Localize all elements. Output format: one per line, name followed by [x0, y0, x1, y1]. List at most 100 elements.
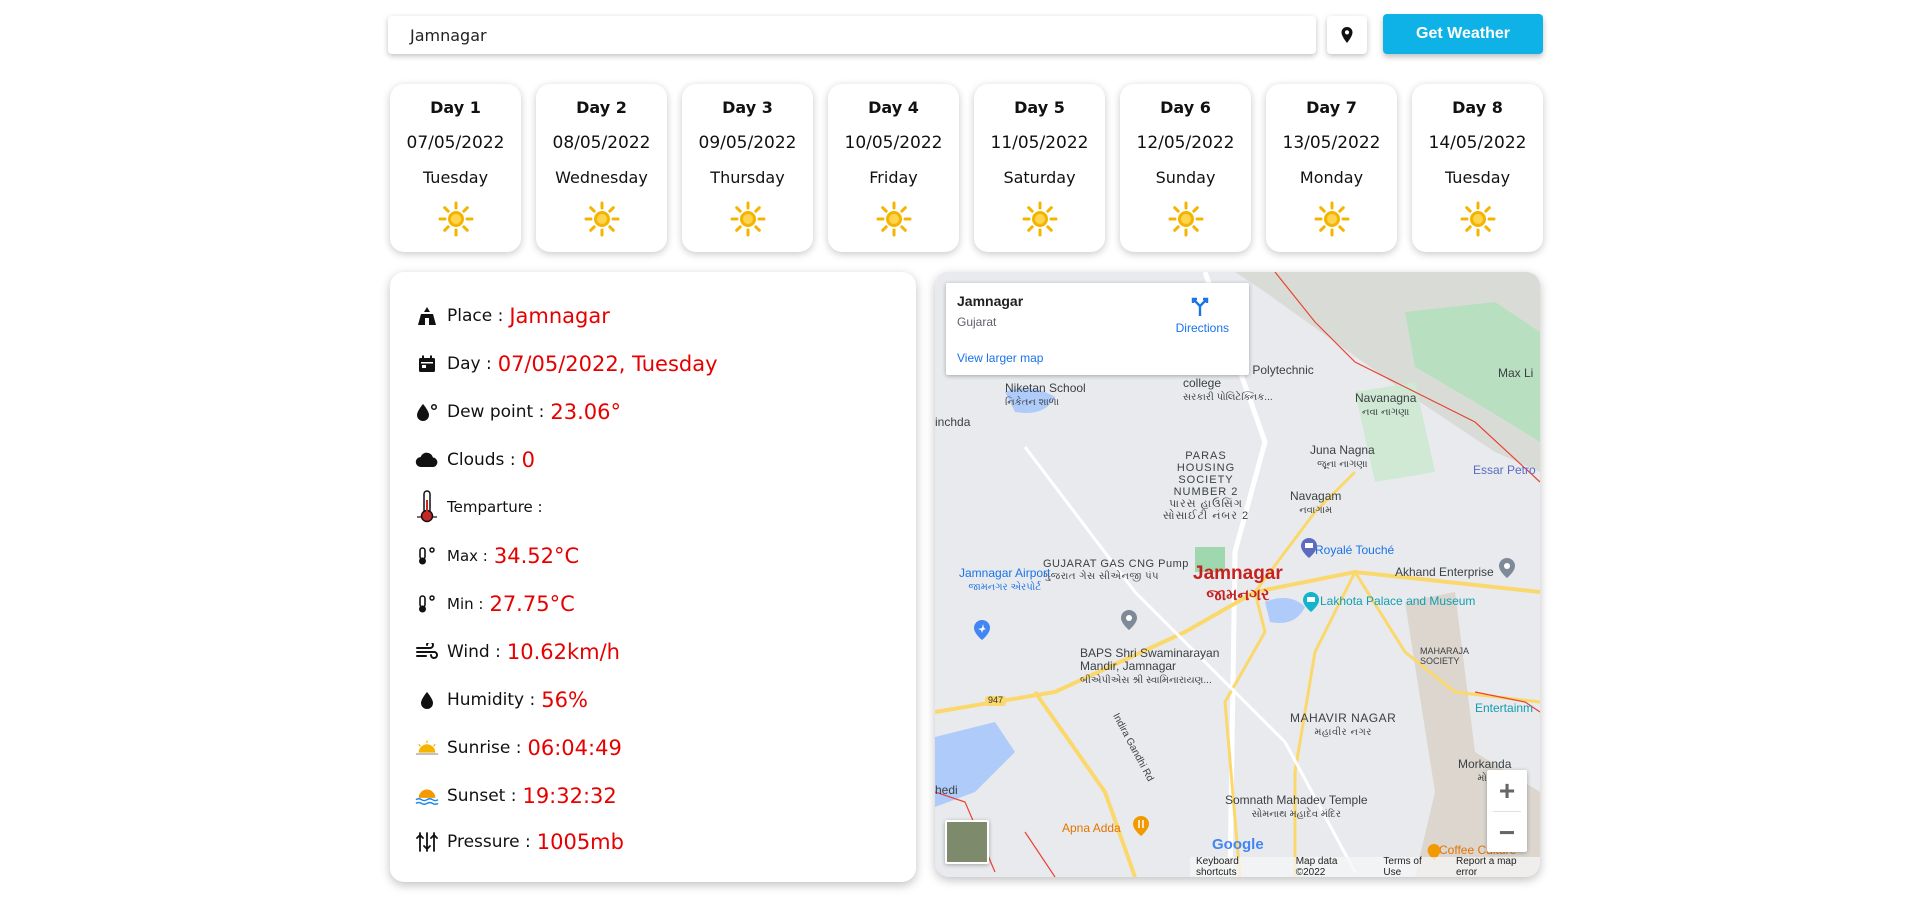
map-label-akhand: Akhand Enterprise — [1395, 565, 1494, 579]
map-label-royale: Royalé Touché — [1315, 543, 1395, 557]
pressure-label: Pressure : — [447, 832, 531, 852]
day-card[interactable]: Day 8 14/05/2022 Tuesday — [1412, 84, 1543, 252]
day-card[interactable]: Day 2 08/05/2022 Wednesday — [536, 84, 667, 252]
map-card-subtitle: Gujarat — [957, 315, 997, 329]
max-value: 34.52°C — [493, 544, 580, 568]
min-temp-icon — [415, 592, 439, 616]
zoom-out-button[interactable]: − — [1487, 812, 1527, 853]
day-card[interactable]: Day 5 11/05/2022 Saturday — [974, 84, 1105, 252]
map-label-road-947: 947 — [985, 695, 1007, 706]
map-label-essar: Essar Petro — [1473, 463, 1536, 477]
day-date: 12/05/2022 — [1136, 133, 1235, 153]
sunset-icon — [415, 784, 439, 808]
map-label-entertainment: Entertainm — [1475, 701, 1534, 715]
day-weekday: Sunday — [1155, 168, 1216, 187]
hotel-marker-icon[interactable] — [1301, 538, 1317, 558]
day-label: Day : — [447, 354, 492, 374]
terms-of-use-link[interactable]: Terms of Use — [1383, 856, 1442, 877]
map-label-hedi: hedi — [935, 783, 958, 797]
map-embed[interactable]: Niketan Schoolનિકેતન શાળા Government Pol… — [935, 272, 1540, 877]
clouds-value: 0 — [521, 448, 535, 472]
dew-label: Dew point : — [447, 402, 545, 422]
search-input[interactable]: Jamnagar — [388, 16, 1316, 54]
sunrise-icon — [415, 736, 439, 760]
day-card[interactable]: Day 7 13/05/2022 Monday — [1266, 84, 1397, 252]
day-card[interactable]: Day 1 07/05/2022 Tuesday — [390, 84, 521, 252]
map-label-airport: Jamnagar Airport જામનગર એરપોર્ટ — [959, 566, 1051, 594]
place-value: Jamnagar — [509, 304, 610, 328]
day-date: 10/05/2022 — [844, 133, 943, 153]
map-label-navanagna: Navanagna નવા નાગણા — [1355, 391, 1417, 419]
map-label-maharaja: MAHARAJA SOCIETY — [1420, 646, 1469, 666]
dew-value: 23.06° — [550, 400, 621, 424]
temperature-row: Temparture : — [415, 490, 549, 524]
day-card[interactable]: Day 4 10/05/2022 Friday — [828, 84, 959, 252]
day-card[interactable]: Day 6 12/05/2022 Sunday — [1120, 84, 1251, 252]
map-data-attribution: Map data ©2022 — [1295, 856, 1338, 877]
pressure-icon — [415, 830, 439, 854]
temple-icon — [415, 304, 439, 328]
sun-icon — [876, 201, 911, 237]
max-label: Max : — [447, 547, 488, 565]
day-weekday: Saturday — [1003, 168, 1076, 187]
sun-icon — [1022, 201, 1057, 237]
search-input-value: Jamnagar — [410, 25, 487, 45]
map-label-somnath: Somnath Mahadev Temple સોમનાથ મહાદેવ મંદિ… — [1225, 793, 1368, 821]
location-button[interactable] — [1327, 16, 1367, 54]
day-title: Day 4 — [868, 98, 919, 117]
clouds-label: Clouds : — [447, 450, 516, 470]
day-weekday: Thursday — [710, 168, 785, 187]
zoom-in-button[interactable]: + — [1487, 770, 1527, 811]
restaurant-marker-icon[interactable] — [1133, 816, 1149, 836]
sunset-row: Sunset : 19:32:32 — [415, 784, 617, 808]
airport-marker-icon[interactable] — [974, 620, 990, 640]
get-weather-button[interactable]: Get Weather — [1383, 14, 1543, 54]
humidity-label: Humidity : — [447, 690, 536, 710]
min-row: Min : 27.75°C — [415, 592, 575, 616]
map-label-mahavir: MAHAVIR NAGAR મહાવીર નગર — [1290, 711, 1397, 739]
day-value: 07/05/2022, Tuesday — [497, 352, 718, 376]
map-label-paras: PARAS HOUSING SOCIETY NUMBER 2 પારસ હાઉસિ… — [1162, 450, 1250, 523]
directions-icon[interactable] — [1189, 295, 1211, 317]
location-pin-icon — [1341, 27, 1353, 43]
sun-icon — [584, 201, 619, 237]
day-title: Day 5 — [1014, 98, 1065, 117]
sun-icon — [730, 201, 765, 237]
map-label-inchda: inchda — [935, 415, 971, 429]
humidity-value: 56% — [541, 688, 588, 712]
sun-icon — [1168, 201, 1203, 237]
sun-icon — [1314, 201, 1349, 237]
report-map-error-link[interactable]: Report a map error — [1456, 856, 1540, 877]
satellite-layer-button[interactable] — [945, 820, 989, 864]
pressure-row: Pressure : 1005mb — [415, 830, 624, 854]
day-date: 13/05/2022 — [1282, 133, 1381, 153]
day-card[interactable]: Day 3 09/05/2022 Thursday — [682, 84, 813, 252]
map-label-lakhota: Lakhota Palace and Museum — [1320, 594, 1476, 608]
map-footer: Keyboard shortcuts Map data ©2022 Terms … — [1190, 856, 1540, 877]
sunrise-value: 06:04:49 — [527, 736, 622, 760]
max-temp-icon — [415, 544, 439, 568]
map-label-city: Jamnagar જામનગર — [1193, 563, 1283, 604]
clouds-row: Clouds : 0 — [415, 448, 535, 472]
keyboard-shortcuts-link[interactable]: Keyboard shortcuts — [1196, 856, 1282, 877]
day-date: 09/05/2022 — [698, 133, 797, 153]
museum-marker-icon[interactable] — [1303, 592, 1319, 612]
cloud-icon — [415, 448, 439, 472]
dew-row: Dew point : 23.06° — [415, 400, 621, 424]
sun-icon — [1460, 201, 1495, 237]
map-card-title: Jamnagar — [957, 293, 1024, 309]
sunrise-row: Sunrise : 06:04:49 — [415, 736, 622, 760]
place-label: Place : — [447, 306, 504, 326]
pressure-value: 1005mb — [536, 830, 624, 854]
forecast-days: Day 1 07/05/2022 Tuesday Day 2 08/05/202… — [390, 84, 1543, 254]
pump-marker-icon[interactable] — [1121, 610, 1137, 630]
directions-link[interactable]: Directions — [1176, 321, 1229, 335]
day-title: Day 3 — [722, 98, 773, 117]
map-label-baps: BAPS Shri Swaminarayan Mandir, Jamnagar બ… — [1080, 646, 1220, 687]
place-row: Place : Jamnagar — [415, 304, 610, 328]
place-marker-icon[interactable] — [1499, 558, 1515, 578]
day-title: Day 2 — [576, 98, 627, 117]
dew-point-icon — [415, 400, 439, 424]
view-larger-map-link[interactable]: View larger map — [957, 351, 1043, 365]
day-title: Day 8 — [1452, 98, 1503, 117]
